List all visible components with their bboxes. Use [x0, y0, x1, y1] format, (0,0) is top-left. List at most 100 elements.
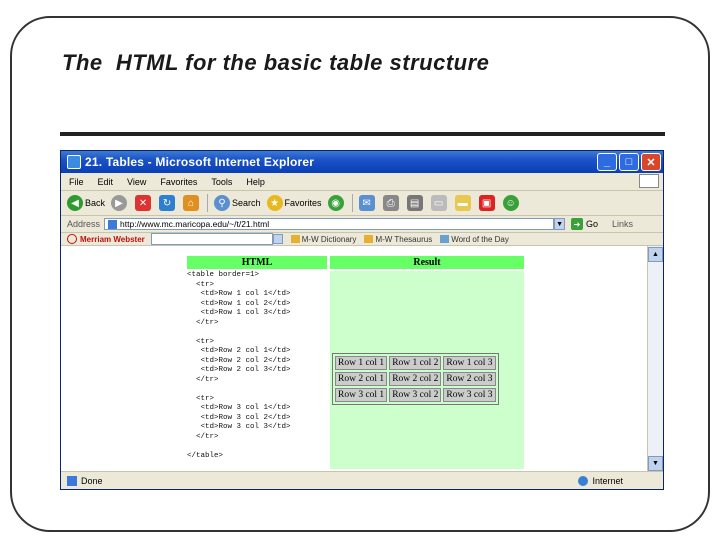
print-icon: ⎙: [382, 195, 399, 211]
page-icon: [108, 219, 118, 229]
star-icon: ★: [266, 195, 283, 211]
home-icon: ⌂: [183, 195, 200, 211]
table-cell: Row 1 col 1: [335, 356, 388, 370]
forward-button[interactable]: ▶: [111, 195, 129, 211]
search-button[interactable]: ⚲ Search: [214, 195, 261, 211]
table-cell: Row 3 col 2: [389, 388, 442, 402]
table-cell: Row 1 col 3: [443, 356, 496, 370]
scroll-down-arrow-icon[interactable]: ▼: [648, 456, 663, 471]
result-panel: Row 1 col 1 Row 1 col 2 Row 1 col 3 Row …: [330, 271, 524, 469]
zone-label: Internet: [592, 475, 623, 486]
toolbar: ◀ Back ▶ ✕ ↻ ⌂ ⚲ Search ★ Favorites ◉ ✉: [61, 191, 663, 216]
menu-file[interactable]: File: [69, 177, 84, 187]
table-cell: Row 3 col 1: [335, 388, 388, 402]
menu-help[interactable]: Help: [246, 177, 265, 187]
go-label: Go: [586, 219, 599, 229]
status-bar: Done Internet: [61, 471, 663, 489]
back-label: Back: [85, 198, 106, 208]
print-button[interactable]: ⎙: [382, 195, 401, 211]
edit-button[interactable]: ▤: [406, 195, 425, 211]
browser-window: 21. Tables - Microsoft Internet Explorer…: [60, 150, 664, 490]
toolbar-separator: [351, 194, 353, 212]
scroll-up-arrow-icon[interactable]: ▲: [648, 247, 663, 262]
toolbar-separator: [207, 194, 209, 212]
links-button[interactable]: Links: [612, 219, 633, 229]
table-row: Row 2 col 1 Row 2 col 2 Row 2 col 3: [335, 372, 496, 386]
media-button[interactable]: ◉: [327, 195, 346, 211]
merriam-webster-logo[interactable]: Merriam Webster: [67, 234, 145, 244]
table-cell: Row 2 col 1: [335, 372, 388, 386]
home-button[interactable]: ⌂: [183, 195, 201, 211]
folder-button[interactable]: ▬: [454, 195, 473, 211]
mw-dropdown-button[interactable]: [272, 234, 283, 244]
window-titlebar[interactable]: 21. Tables - Microsoft Internet Explorer…: [61, 151, 663, 173]
mw-circle-icon: [67, 234, 77, 244]
mail-button[interactable]: ✉: [358, 195, 377, 211]
word-of-the-day-label: Word of the Day: [451, 234, 509, 244]
page-done-icon: [67, 475, 77, 486]
search-icon: ⚲: [214, 195, 231, 211]
forward-arrow-icon: ▶: [111, 195, 128, 211]
refresh-button[interactable]: ↻: [159, 195, 177, 211]
windows-flag-icon: [639, 174, 659, 188]
mw-thesaurus-label: M-W Thesaurus: [375, 234, 433, 244]
slide-title: The HTML for the basic table structure: [62, 50, 490, 75]
status-text: Done: [81, 475, 103, 486]
minimize-button[interactable]: _: [597, 153, 617, 171]
calendar-icon: [440, 235, 450, 243]
mw-search-input[interactable]: [150, 233, 273, 245]
address-bar: Address http://www.mc.maricopa.edu/~/t/2…: [61, 216, 663, 233]
stop-icon: ✕: [135, 195, 152, 211]
book-icon: [290, 235, 300, 243]
table-row: Row 3 col 1 Row 3 col 2 Row 3 col 3: [335, 388, 496, 402]
globe-icon: [578, 475, 589, 486]
mw-thesaurus-link[interactable]: M-W Thesaurus: [364, 235, 432, 244]
merriam-webster-toolbar: Merriam Webster M-W Dictionary M-W Thesa…: [61, 233, 663, 246]
page-content: HTML Result <table border=1> <tr> <td>Ro…: [61, 246, 649, 472]
window-controls: _ □ ✕: [597, 153, 661, 171]
menu-view[interactable]: View: [127, 177, 146, 187]
menu-edit[interactable]: Edit: [98, 177, 114, 187]
word-of-the-day-link[interactable]: Word of the Day: [440, 235, 509, 244]
research-icon: ▣: [478, 195, 495, 211]
result-table: Row 1 col 1 Row 1 col 2 Row 1 col 3 Row …: [332, 353, 499, 405]
go-button[interactable]: ➜ Go: [571, 218, 598, 230]
favorites-button[interactable]: ★ Favorites: [266, 195, 322, 211]
back-button[interactable]: ◀ Back: [67, 195, 105, 211]
table-cell: Row 3 col 3: [443, 388, 496, 402]
table-cell: Row 2 col 3: [443, 372, 496, 386]
stop-button[interactable]: ✕: [135, 195, 153, 211]
messenger-button[interactable]: ☺: [502, 195, 521, 211]
menu-bar: File Edit View Favorites Tools Help: [61, 173, 663, 191]
window-title: 21. Tables - Microsoft Internet Explorer: [85, 155, 315, 169]
address-label: Address: [67, 219, 101, 229]
menu-favorites[interactable]: Favorites: [160, 177, 197, 187]
table-cell: Row 1 col 2: [389, 356, 442, 370]
vertical-scrollbar[interactable]: ▲ ▼: [647, 246, 663, 472]
result-column-header: Result: [330, 256, 524, 269]
maximize-button[interactable]: □: [619, 153, 639, 171]
refresh-icon: ↻: [159, 195, 176, 211]
discuss-icon: ▭: [430, 195, 447, 211]
search-label: Search: [232, 198, 261, 208]
html-column-header: HTML: [187, 256, 327, 269]
address-dropdown-button[interactable]: ▼: [554, 218, 566, 230]
mw-dictionary-label: M-W Dictionary: [301, 234, 357, 244]
go-arrow-icon: ➜: [571, 218, 584, 230]
favorites-label: Favorites: [284, 198, 322, 208]
research-button[interactable]: ▣: [478, 195, 497, 211]
table-row: Row 1 col 1 Row 1 col 2 Row 1 col 3: [335, 356, 496, 370]
ie-icon: [67, 155, 81, 169]
media-icon: ◉: [327, 195, 344, 211]
address-input[interactable]: http://www.mc.maricopa.edu/~/t/21.html: [104, 218, 555, 230]
table-cell: Row 2 col 2: [389, 372, 442, 386]
book-icon: [364, 235, 374, 243]
menu-tools[interactable]: Tools: [211, 177, 232, 187]
address-url: http://www.mc.maricopa.edu/~/t/21.html: [120, 219, 270, 229]
title-divider: [60, 132, 665, 136]
mw-label: Merriam Webster: [80, 234, 145, 244]
discuss-button[interactable]: ▭: [430, 195, 449, 211]
close-button[interactable]: ✕: [641, 153, 661, 171]
security-zone: Internet: [578, 475, 623, 486]
mw-dictionary-link[interactable]: M-W Dictionary: [290, 234, 357, 244]
